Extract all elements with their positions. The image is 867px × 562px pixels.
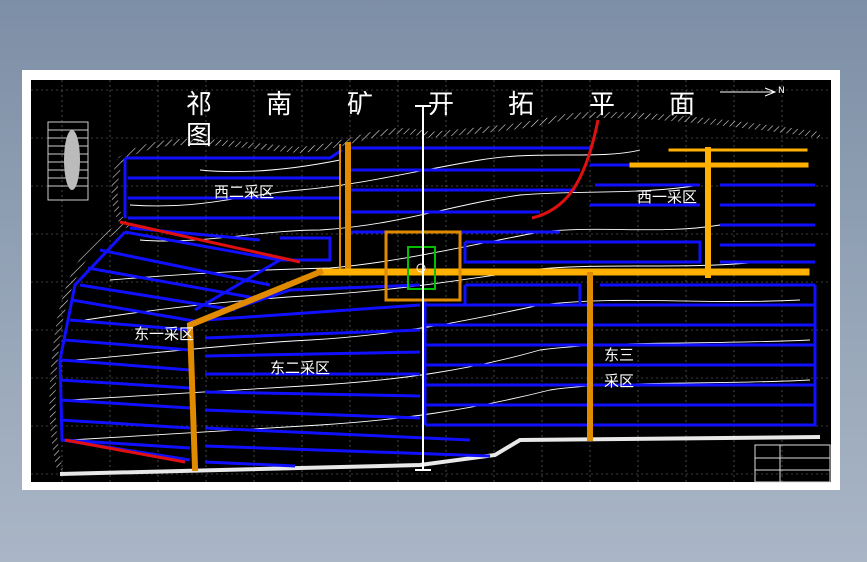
zone-label-west-1: 西一采区 — [637, 188, 697, 206]
east-2-panels — [204, 283, 491, 468]
zone-label-east-1: 东一采区 — [134, 325, 194, 343]
title-block — [754, 444, 831, 483]
zone-label-east-3-line2: 采区 — [604, 372, 634, 390]
north-mark: N — [778, 86, 785, 96]
legend-block — [47, 121, 89, 201]
zone-label-west-2: 西二采区 — [214, 183, 274, 201]
contour-lines — [69, 149, 811, 441]
zone-label-east-2: 东二采区 — [270, 359, 330, 377]
zone-label-east-3-line1: 东三 — [604, 346, 634, 364]
coal-seam-outcrop — [118, 111, 821, 163]
coordinate-grid — [31, 80, 831, 482]
mine-layout-drawing: N 西二采区 西一采区 东一采区 东二采区 东三 采区 — [31, 80, 831, 483]
north-arrow-icon — [720, 87, 777, 97]
